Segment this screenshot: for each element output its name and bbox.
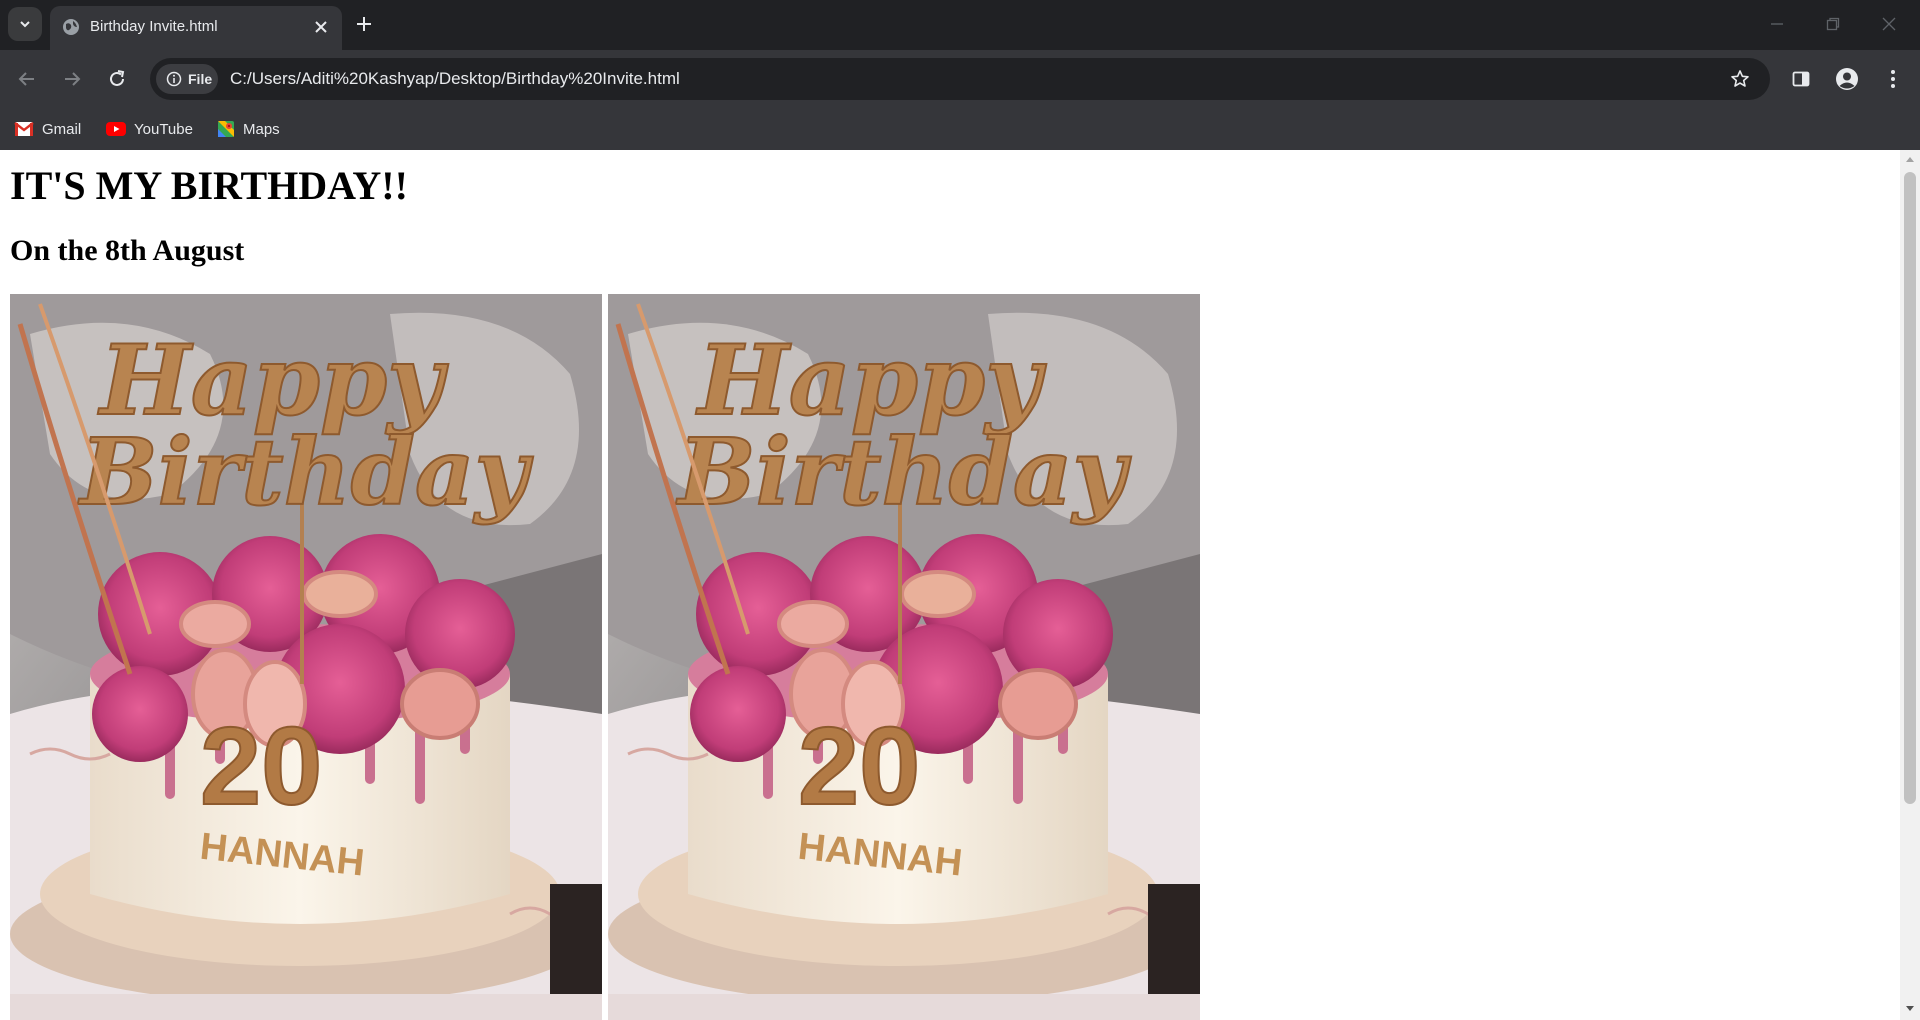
bookmark-maps[interactable]: Maps [217, 116, 280, 142]
close-icon [315, 21, 327, 33]
menu-button[interactable] [1876, 62, 1910, 96]
arrow-left-icon [18, 72, 34, 86]
side-panel-icon [1792, 71, 1810, 87]
tab-strip: Birthday Invite.html [0, 0, 1920, 50]
reload-icon [110, 70, 125, 86]
page-scrollbar[interactable] [1900, 150, 1920, 1020]
url-text[interactable]: C:/Users/Aditi%20Kashyap/Desktop/Birthda… [230, 69, 680, 89]
tab-birthday-invite[interactable]: Birthday Invite.html [50, 6, 342, 50]
maps-icon [218, 121, 234, 137]
profile-button[interactable] [1830, 62, 1864, 96]
bookmark-label: Gmail [42, 120, 82, 138]
caret-down-icon [1906, 1006, 1914, 1011]
scroll-down-arrow[interactable] [1900, 1002, 1920, 1016]
browser-toolbar: File C:/Users/Aditi%20Kashyap/Desktop/Bi… [0, 50, 1920, 108]
birthday-cake-photo [608, 294, 1200, 1020]
site-info-label: File [188, 71, 213, 87]
youtube-icon [106, 122, 126, 136]
caret-up-icon [1906, 157, 1914, 162]
minimize-button[interactable] [1763, 10, 1791, 38]
restore-icon [1826, 17, 1840, 31]
new-tab-button[interactable] [352, 12, 376, 36]
info-icon [166, 71, 182, 87]
birthday-cake-photo [10, 294, 602, 1020]
bookmark-star-button[interactable] [1726, 66, 1754, 92]
scrollbar-thumb[interactable] [1904, 172, 1916, 804]
address-bar[interactable]: File C:/Users/Aditi%20Kashyap/Desktop/Bi… [150, 58, 1770, 100]
bookmarks-bar: Gmail YouTube Maps [0, 108, 1920, 150]
close-icon [1882, 17, 1896, 31]
star-icon [1731, 70, 1749, 87]
tab-close-button[interactable] [310, 16, 332, 38]
close-window-button[interactable] [1875, 10, 1903, 38]
tab-search-button[interactable] [8, 7, 42, 41]
restore-button[interactable] [1819, 10, 1847, 38]
forward-button[interactable] [55, 62, 89, 96]
profile-icon [1836, 68, 1858, 90]
more-vertical-icon [1891, 70, 1895, 88]
chevron-down-icon [20, 21, 30, 28]
page-content: IT'S MY BIRTHDAY!! On the 8th August [0, 150, 1900, 1020]
site-info-chip[interactable]: File [156, 64, 218, 94]
globe-icon [63, 19, 79, 35]
bookmark-youtube[interactable]: YouTube [106, 116, 193, 142]
bookmark-label: Maps [243, 120, 280, 138]
scroll-up-arrow[interactable] [1900, 152, 1920, 166]
reload-button[interactable] [100, 62, 134, 96]
page-title: IT'S MY BIRTHDAY!! [10, 163, 408, 208]
gmail-icon [14, 122, 34, 136]
arrow-right-icon [65, 72, 81, 86]
bookmark-gmail[interactable]: Gmail [14, 116, 81, 142]
back-button[interactable] [10, 62, 44, 96]
page-subtitle: On the 8th August [10, 234, 245, 267]
tab-title: Birthday Invite.html [90, 18, 218, 35]
plus-icon [357, 17, 371, 31]
bookmark-label: YouTube [134, 120, 193, 138]
minimize-icon [1771, 23, 1783, 25]
side-panel-button[interactable] [1784, 62, 1818, 96]
